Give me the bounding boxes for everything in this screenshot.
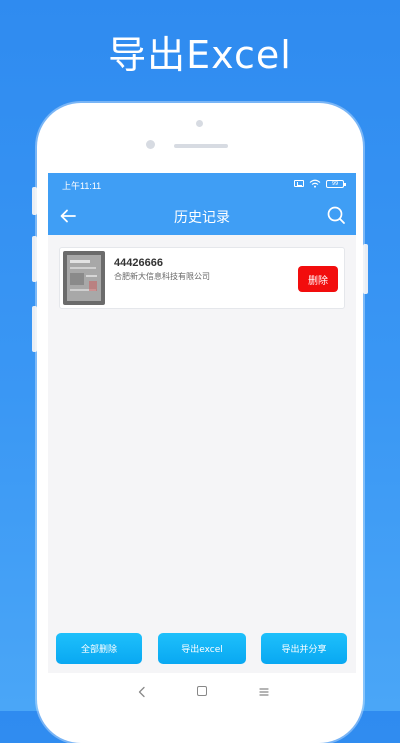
scan-detail <box>70 260 90 263</box>
delete-record-button[interactable]: 删除 <box>298 266 338 292</box>
bottom-action-bar: 全部删除 导出excel 导出并分享 <box>48 633 356 667</box>
promo-banner-title: 导出Excel <box>108 33 292 77</box>
status-bar: 上午11:11 99 <box>48 173 356 195</box>
history-record-card[interactable]: 44426666 合肥新大信息科技有限公司 删除 <box>59 247 345 309</box>
phone-sensor <box>196 120 203 127</box>
status-time: 上午11:11 <box>62 181 102 191</box>
record-number: 44426666 <box>114 257 163 269</box>
phone-camera <box>146 140 155 149</box>
app-screen: 上午11:11 99 历史记录 44426666 合肥新大信息科技有限公司 删除… <box>48 173 356 673</box>
scan-detail <box>70 273 84 285</box>
page-title: 历史记录 <box>174 210 230 226</box>
scan-stamp <box>89 281 97 291</box>
export-excel-button[interactable]: 导出excel <box>158 633 246 664</box>
scan-detail <box>86 275 97 277</box>
nav-back-icon[interactable] <box>136 686 148 698</box>
record-thumbnail[interactable] <box>63 251 105 305</box>
wifi-icon <box>309 179 321 188</box>
status-icons: 99 <box>294 179 346 188</box>
phone-side-button <box>363 244 368 294</box>
title-bar: 历史记录 <box>48 197 356 235</box>
delete-all-button[interactable]: 全部删除 <box>56 633 142 664</box>
battery-icon: 99 <box>326 179 346 188</box>
nav-home-icon[interactable] <box>197 686 207 696</box>
phone-speaker <box>174 144 228 148</box>
system-nav-bar <box>48 673 356 711</box>
nav-menu-icon[interactable] <box>259 687 269 697</box>
scan-detail <box>70 267 96 269</box>
record-company: 合肥新大信息科技有限公司 <box>114 272 210 281</box>
search-icon[interactable] <box>326 205 346 225</box>
app-bar: 上午11:11 99 历史记录 <box>48 173 356 235</box>
sim-icon <box>294 180 304 187</box>
export-share-button[interactable]: 导出并分享 <box>261 633 347 664</box>
